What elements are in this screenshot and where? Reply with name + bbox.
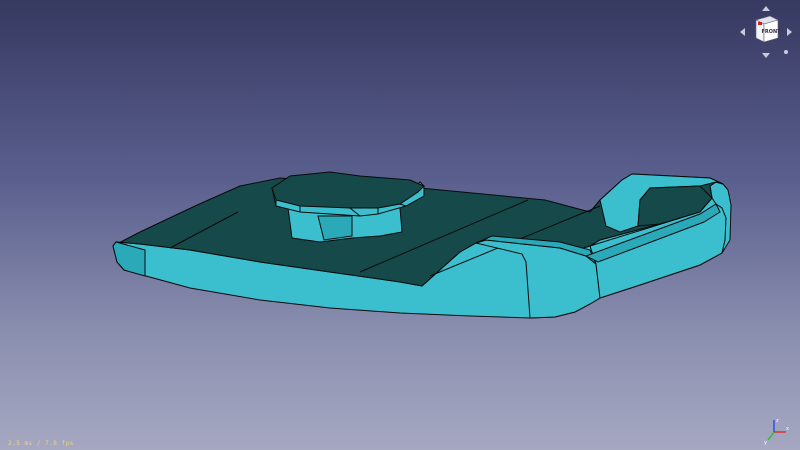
navcube-arrow-left-icon[interactable] — [740, 28, 745, 36]
part-model[interactable] — [0, 0, 800, 450]
y-axis-label: y — [764, 440, 767, 446]
fps-counter: 2.5 ms / 7.8 fps — [8, 440, 74, 447]
model-knob-top — [271, 171, 425, 209]
axis-cross: x y z — [764, 418, 789, 446]
navigation-cube[interactable]: FRONT — [738, 4, 794, 60]
navcube-arrow-up-icon[interactable] — [762, 6, 770, 11]
navcube-accent — [758, 22, 762, 25]
navcube-arrow-down-icon[interactable] — [762, 53, 770, 58]
y-axis-line — [767, 431, 775, 441]
navcube-menu-icon[interactable] — [784, 50, 788, 54]
navcube-face-label: FRONT — [761, 29, 781, 35]
x-axis-label: x — [786, 426, 789, 432]
model-knob-notch — [317, 215, 353, 241]
3d-viewport[interactable]: FRONT 2.5 ms / 7.8 fps x y z — [0, 0, 800, 450]
z-axis-label: z — [776, 418, 779, 424]
navcube-arrow-right-icon[interactable] — [787, 28, 792, 36]
